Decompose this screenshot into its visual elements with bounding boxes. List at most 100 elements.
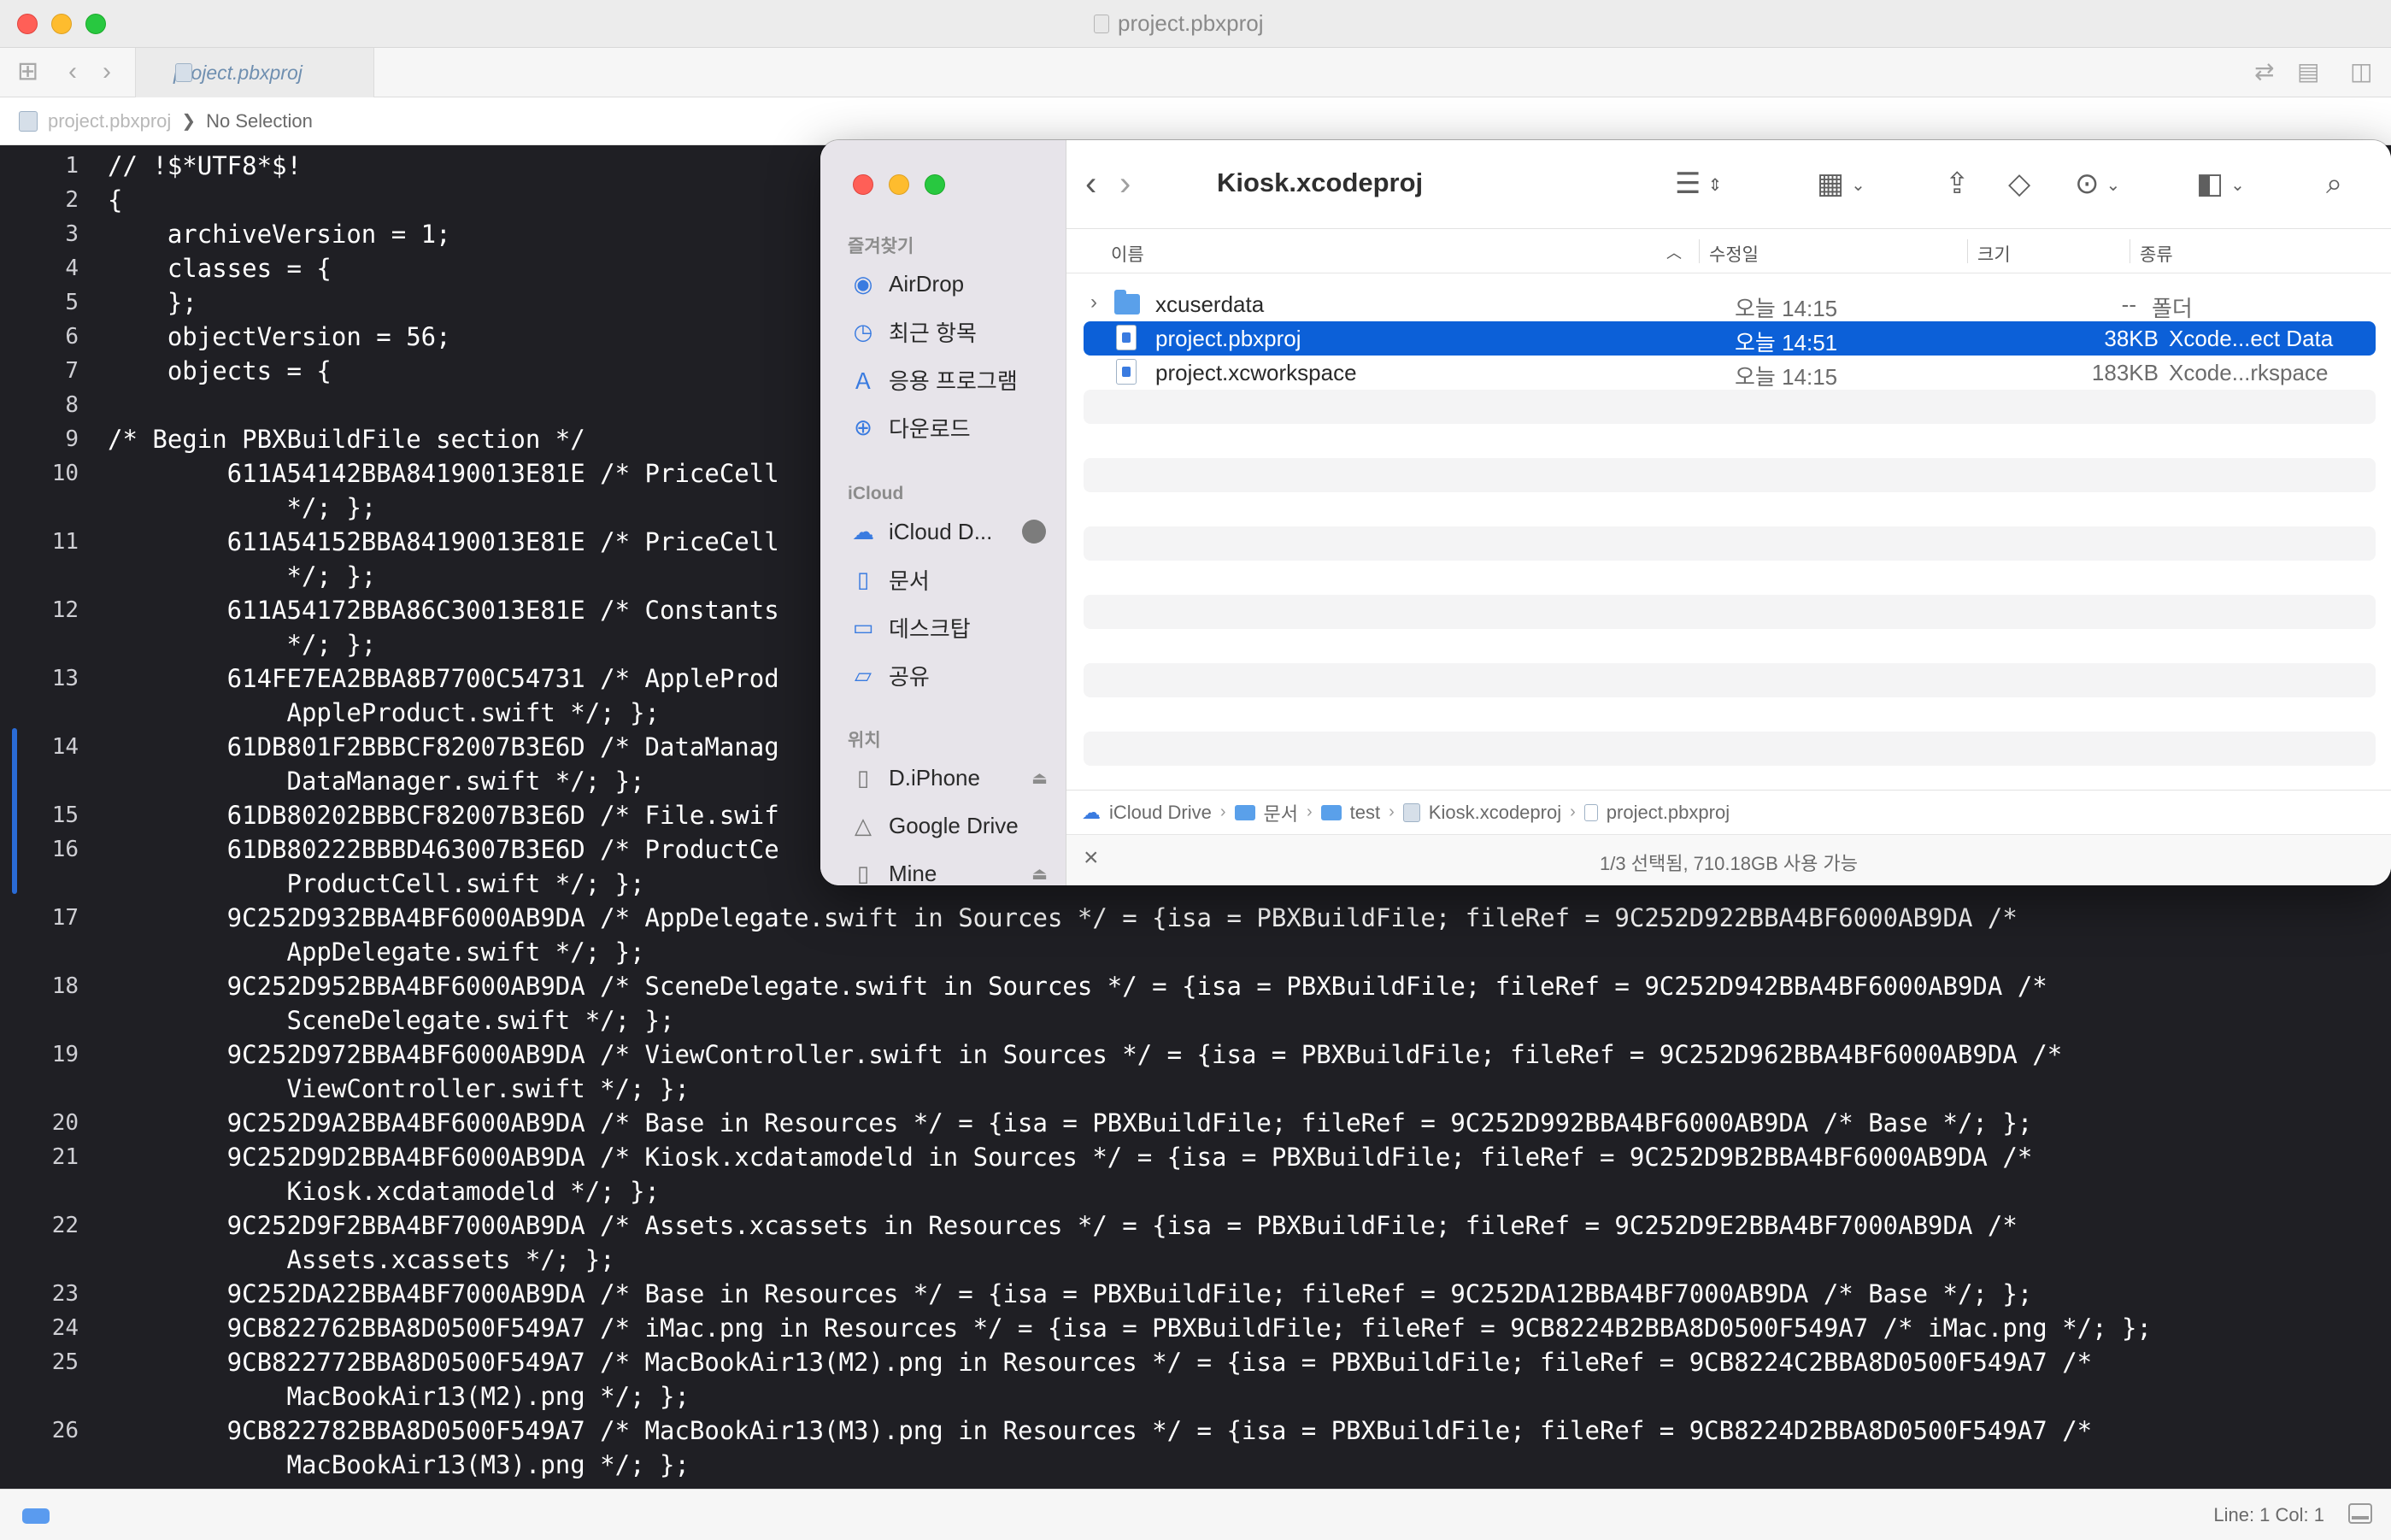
search-icon[interactable]: ⌕ [2326, 164, 2342, 203]
breadcrumb-file[interactable]: project.pbxproj [48, 110, 171, 132]
code-line[interactable]: 61DB80202BBBCF82007B3E6D /* File.swif [108, 798, 779, 832]
code-line[interactable]: // !$*UTF8*$! [108, 149, 302, 183]
column-kind[interactable]: 종류 [2140, 241, 2173, 267]
view-options-icon[interactable]: ◧ ⌄ [2196, 164, 2245, 205]
assistant-editor-icon[interactable]: ▤ [2297, 56, 2319, 87]
file-row-xcuserdata[interactable]: › xcuserdata 오늘 14:15 -- 폴더 [1084, 287, 2376, 321]
code-line[interactable]: { [108, 183, 122, 217]
file-name: xcuserdata [1155, 291, 1265, 317]
code-line[interactable]: 9C252D9A2BBA4BF6000AB9DA /* Base in Reso… [108, 1106, 2033, 1140]
code-line[interactable]: 611A54142BBA84190013E81E /* PriceCell [108, 456, 779, 491]
code-line[interactable]: Kiosk.xcdatamodeld */; }; [108, 1174, 661, 1208]
code-line[interactable]: }; [108, 285, 197, 320]
column-name[interactable]: 이름 [1111, 241, 1144, 267]
eject-icon[interactable]: ⏏ [1031, 767, 1048, 789]
code-line[interactable]: 9C252DA22BBA4BF7000AB9DA /* Base in Reso… [108, 1277, 2033, 1311]
code-line[interactable]: /* Begin PBXBuildFile section */ [108, 422, 585, 456]
sidebar-item-google-drive[interactable]: △ Google Drive [849, 808, 1060, 843]
sidebar-item-apps[interactable]: Ａ 응용 프로그램 [849, 362, 1060, 397]
line-number: 14 [51, 734, 79, 760]
minimize-button[interactable] [51, 14, 72, 34]
code-line[interactable]: 614FE7EA2BBA8B7700C54731 /* AppleProd [108, 661, 779, 696]
sidebar-item-label: D.iPhone [889, 764, 980, 791]
file-row-project-xcworkspace[interactable]: project.xcworkspace 오늘 14:15 183KB Xcode… [1084, 356, 2376, 390]
close-button[interactable] [17, 14, 38, 34]
disk-icon: ▯ [856, 860, 870, 886]
forward-arrow-icon[interactable]: › [1119, 162, 1131, 205]
finder-zoom-button[interactable] [925, 174, 945, 195]
code-line[interactable]: 9CB822782BBA8D0500F549A7 /* MacBookAir13… [108, 1414, 2092, 1448]
code-line[interactable]: objects = { [108, 354, 332, 388]
back-arrow-icon[interactable]: ‹ [1085, 162, 1096, 205]
code-line[interactable]: AppleProduct.swift */; }; [108, 696, 661, 730]
sidebar-item-iphone[interactable]: ▯ D.iPhone ⏏ [849, 761, 1060, 795]
path-project-pbxproj[interactable]: project.pbxproj [1607, 802, 1730, 824]
line-number: 8 [65, 392, 79, 418]
code-line[interactable]: 61DB801F2BBBCF82007B3E6D /* DataManag [108, 730, 779, 764]
code-line[interactable]: */; }; [108, 627, 377, 661]
column-size[interactable]: 크기 [1977, 241, 2011, 267]
code-line[interactable]: ProductCell.swift */; }; [108, 867, 645, 901]
list-view-icon[interactable]: ☰ ⇕ [1675, 164, 1722, 205]
code-line[interactable]: 9C252D9D2BBA4BF6000AB9DA /* Kiosk.xcdata… [108, 1140, 2033, 1174]
debug-area-toggle[interactable] [22, 1508, 50, 1524]
forward-arrow-icon[interactable]: › [103, 56, 111, 87]
path-icloud-drive[interactable]: iCloud Drive [1109, 802, 1212, 824]
code-line[interactable]: 9C252D952BBA4BF6000AB9DA /* SceneDelegat… [108, 969, 2047, 1003]
finder-sidebar: 즐겨찾기 ◉ AirDrop ◷ 최근 항목 Ａ 응용 프로그램 ⊕ 다운로드 iCloud … [820, 140, 1066, 885]
split-editor-icon[interactable]: ◫ [2350, 56, 2372, 87]
tag-icon[interactable]: ◇ [2008, 164, 2030, 203]
path-kiosk-xcodeproj[interactable]: Kiosk.xcodeproj [1429, 802, 1561, 824]
sort-ascending-icon[interactable]: ︿ [1666, 241, 1682, 263]
grid-icon[interactable]: ⊞ [17, 56, 38, 87]
panel-toggle-icon[interactable] [2348, 1503, 2372, 1524]
code-line[interactable]: 9CB822762BBA8D0500F549A7 /* iMac.png in … [108, 1311, 2152, 1345]
code-line[interactable]: SceneDelegate.swift */; }; [108, 1003, 675, 1037]
sidebar-item-shared-folder[interactable]: ▱ 공유 [849, 658, 1060, 692]
column-date[interactable]: 수정일 [1709, 241, 1759, 267]
code-line[interactable]: 611A54152BBA84190013E81E /* PriceCell [108, 525, 779, 559]
sidebar-item-disk[interactable]: ▯ Mine ⏏ [849, 856, 1060, 886]
code-line[interactable]: Assets.xcassets */; }; [108, 1243, 615, 1277]
code-line[interactable]: */; }; [108, 559, 377, 593]
more-actions-icon[interactable]: ⊙ ⌄ [2075, 164, 2120, 205]
code-line[interactable]: 9CB822772BBA8D0500F549A7 /* MacBookAir13… [108, 1345, 2092, 1379]
path-test[interactable]: test [1350, 802, 1380, 824]
file-row-project-pbxproj[interactable]: project.pbxproj 오늘 14:51 38KB Xcode...ec… [1084, 321, 2376, 356]
path-documents[interactable]: 문서 [1264, 799, 1298, 826]
sidebar-item-airdrop[interactable]: ◉ AirDrop [849, 267, 1060, 301]
code-line[interactable]: 9C252D972BBA4BF6000AB9DA /* ViewControll… [108, 1037, 2063, 1072]
finder-close-button[interactable] [853, 174, 873, 195]
tab-project-pbxproj[interactable]: project.pbxproj [135, 48, 374, 97]
swap-icon[interactable]: ⇄ [2254, 56, 2274, 87]
code-line[interactable]: archiveVersion = 1; [108, 217, 451, 251]
sidebar-item-label: 공유 [889, 663, 930, 690]
code-line[interactable]: objectVersion = 56; [108, 320, 451, 354]
finder-title: Kiosk.xcodeproj [1217, 168, 1424, 197]
code-line[interactable]: 61DB80222BBBD463007B3E6D /* ProductCe [108, 832, 779, 867]
code-line[interactable]: classes = { [108, 251, 332, 285]
code-line[interactable]: MacBookAir13(M3).png */; }; [108, 1448, 690, 1482]
code-line[interactable]: 611A54172BBA86C30013E81E /* Constants [108, 593, 779, 627]
back-arrow-icon[interactable]: ‹ [68, 56, 77, 87]
finder-minimize-button[interactable] [889, 174, 909, 195]
code-line[interactable]: 9C252D932BBA4BF6000AB9DA /* AppDelegate.… [108, 901, 2018, 935]
share-icon[interactable]: ⇪ [1945, 164, 1970, 203]
code-line[interactable]: 9C252D9F2BBA4BF7000AB9DA /* Assets.xcass… [108, 1208, 2018, 1243]
code-line[interactable]: AppDelegate.swift */; }; [108, 935, 645, 969]
sidebar-item-download[interactable]: ⊕ 다운로드 [849, 410, 1060, 444]
sidebar-item-cloud[interactable]: ☁ iCloud D... [849, 514, 1060, 549]
eject-icon[interactable]: ⏏ [1031, 863, 1048, 885]
chevron-right-icon[interactable]: › [1090, 291, 1097, 314]
code-line[interactable]: MacBookAir13(M2).png */; }; [108, 1379, 690, 1414]
sidebar-item-desktop[interactable]: ▭ 데스크탑 [849, 610, 1060, 644]
code-line[interactable]: DataManager.swift */; }; [108, 764, 645, 798]
code-line[interactable]: ViewController.swift */; }; [108, 1072, 690, 1106]
code-line[interactable]: */; }; [108, 491, 377, 525]
sidebar-item-document[interactable]: ▯ 문서 [849, 562, 1060, 597]
line-number: 9 [65, 426, 79, 452]
group-icon[interactable]: ▦ ⌄ [1817, 164, 1865, 205]
zoom-button[interactable] [85, 14, 106, 34]
sidebar-item-clock[interactable]: ◷ 최근 항목 [849, 314, 1060, 349]
breadcrumb-selection[interactable]: No Selection [206, 110, 313, 132]
